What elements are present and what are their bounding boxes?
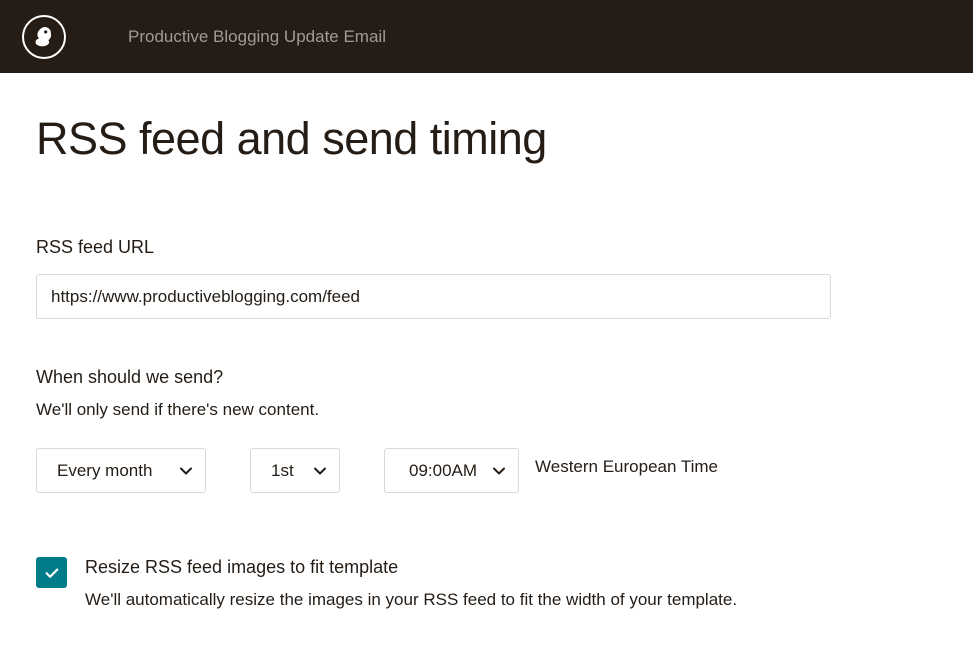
- top-header: Productive Blogging Update Email: [0, 0, 973, 73]
- resize-images-checkbox[interactable]: [36, 557, 67, 588]
- time-select[interactable]: 09:00AM: [384, 448, 519, 493]
- send-schedule-section: When should we send? We'll only send if …: [36, 367, 884, 493]
- frequency-value: Every month: [57, 461, 152, 481]
- checkmark-icon: [43, 564, 61, 582]
- page-title: RSS feed and send timing: [36, 113, 884, 165]
- day-select[interactable]: 1st: [250, 448, 340, 493]
- time-select-wrap: 09:00AM: [384, 448, 519, 493]
- rss-url-section: RSS feed URL: [36, 237, 884, 319]
- timezone-label: Western European Time: [535, 457, 718, 477]
- resize-images-label: Resize RSS feed images to fit template: [85, 557, 737, 578]
- main-content: RSS feed and send timing RSS feed URL Wh…: [0, 73, 920, 650]
- day-select-wrap: 1st: [250, 448, 340, 493]
- schedule-selects-row: Every month 1st 09:00AM: [36, 448, 884, 493]
- day-value: 1st: [271, 461, 294, 481]
- campaign-name[interactable]: Productive Blogging Update Email: [128, 27, 386, 47]
- resize-images-option: Resize RSS feed images to fit template W…: [36, 557, 884, 610]
- time-value: 09:00AM: [409, 461, 477, 481]
- resize-images-description: We'll automatically resize the images in…: [85, 590, 737, 610]
- frequency-select-wrap: Every month: [36, 448, 206, 493]
- send-schedule-heading: When should we send?: [36, 367, 884, 388]
- resize-images-content: Resize RSS feed images to fit template W…: [85, 557, 737, 610]
- rss-url-label: RSS feed URL: [36, 237, 884, 258]
- send-schedule-helper: We'll only send if there's new content.: [36, 400, 884, 420]
- logo-container: [20, 13, 68, 61]
- mailchimp-logo-icon[interactable]: [22, 15, 66, 59]
- rss-url-input[interactable]: [36, 274, 831, 319]
- frequency-select[interactable]: Every month: [36, 448, 206, 493]
